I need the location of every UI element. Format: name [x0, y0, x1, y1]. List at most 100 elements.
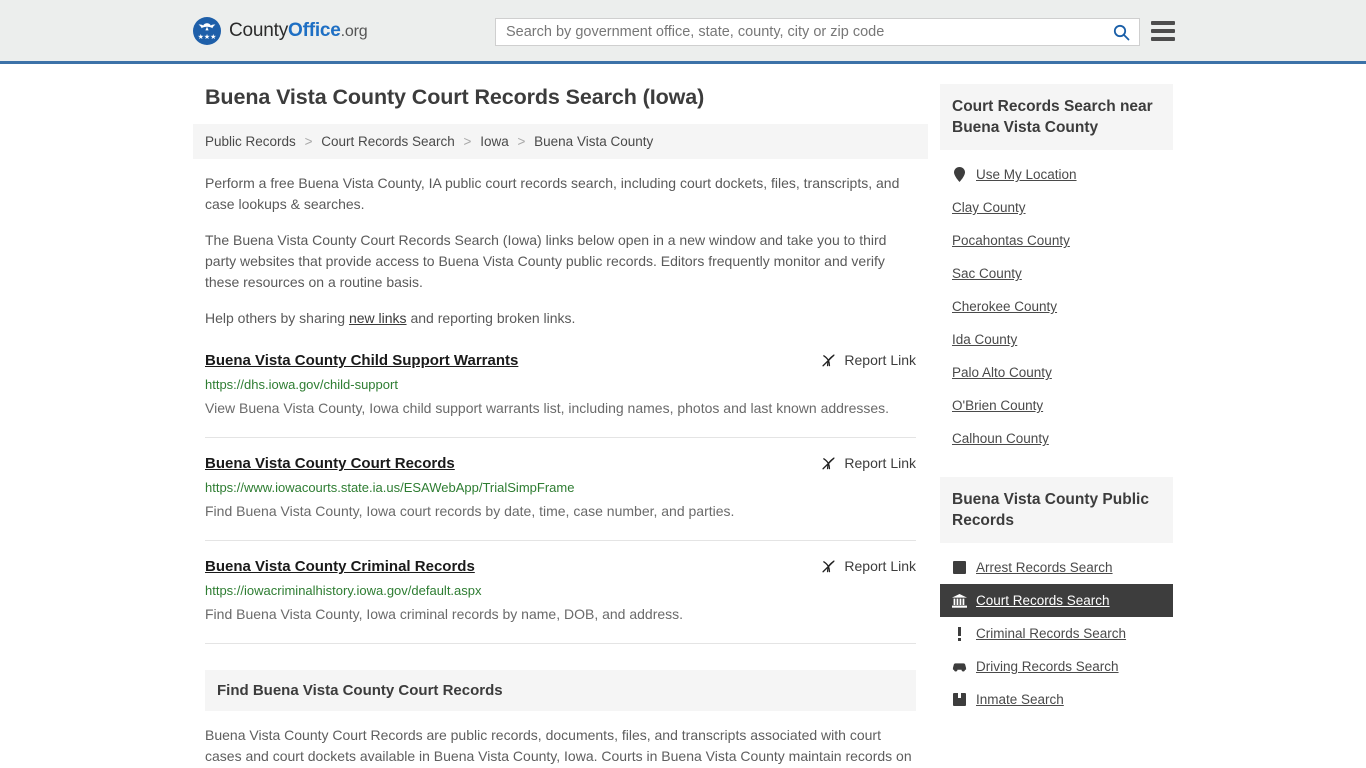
eagle-glyph-icon — [198, 22, 216, 30]
intro-paragraph-2: The Buena Vista County Court Records Sea… — [205, 232, 887, 290]
report-link-label: Report Link — [844, 558, 916, 574]
nearby-links: Use My Location Clay County Pocahontas C… — [940, 150, 1173, 455]
report-link-button[interactable]: Report Link — [821, 455, 916, 471]
county-link-label: Ida County — [952, 332, 1018, 347]
county-link-label: Calhoun County — [952, 431, 1049, 446]
hamburger-bar — [1151, 21, 1175, 25]
sidebar-item-clay-county[interactable]: Clay County — [940, 191, 1173, 224]
use-my-location-label: Use My Location — [976, 167, 1077, 182]
broken-link-icon — [822, 559, 835, 572]
logo-stars-icon: ★★★ — [197, 33, 217, 41]
hamburger-bar — [1151, 29, 1175, 33]
resource-link-description: Find Buena Vista County, Iowa criminal r… — [205, 606, 684, 622]
breadcrumb-separator: > — [463, 134, 472, 149]
report-link-button[interactable]: Report Link — [821, 558, 916, 574]
intro-text: Perform a free Buena Vista County, IA pu… — [193, 173, 928, 329]
list-item: Buena Vista County Criminal Records Repo… — [205, 557, 916, 644]
sidebar-item-cherokee-county[interactable]: Cherokee County — [940, 290, 1173, 323]
breadcrumb-separator: > — [517, 134, 526, 149]
resource-link-url: https://dhs.iowa.gov/child-support — [205, 377, 398, 392]
sidebar-item-arrest-records-search[interactable]: Arrest Records Search — [940, 551, 1173, 584]
exclamation-icon — [952, 626, 967, 641]
resource-link-url: https://www.iowacourts.state.ia.us/ESAWe… — [205, 480, 575, 495]
sidebar-item-driving-records-search[interactable]: Driving Records Search — [940, 650, 1173, 683]
link-row: Buena Vista County Child Support Warrant… — [205, 351, 916, 371]
content-container: Buena Vista County Court Records Search … — [193, 84, 1173, 768]
find-records-section: Find Buena Vista County Court Records Bu… — [205, 670, 916, 768]
sidebar-item-label: Criminal Records Search — [976, 626, 1127, 641]
intro-p3-before: Help others by sharing — [205, 310, 349, 326]
logo-wordmark: CountyOffice.org — [229, 19, 368, 42]
main-column: Buena Vista County Court Records Search … — [193, 84, 928, 768]
county-link-label: Palo Alto County — [952, 365, 1052, 380]
sidebar-item-label: Arrest Records Search — [976, 560, 1113, 575]
sidebar-item-label: Court Records Search — [976, 593, 1110, 608]
link-row: Buena Vista County Criminal Records Repo… — [205, 557, 916, 577]
county-link-label: O'Brien County — [952, 398, 1044, 413]
new-links-link[interactable]: new links — [349, 310, 407, 326]
public-records-heading: Buena Vista County Public Records — [940, 477, 1173, 543]
county-link-label: Cherokee County — [952, 299, 1058, 314]
hamburger-bar — [1151, 37, 1175, 41]
sidebar-item-pocahontas-county[interactable]: Pocahontas County — [940, 224, 1173, 257]
sidebar-item-label: Inmate Search — [976, 692, 1064, 707]
search-bar[interactable] — [495, 18, 1140, 46]
sidebar-item-ida-county[interactable]: Ida County — [940, 323, 1173, 356]
page-body: Buena Vista County Court Records Search … — [0, 64, 1366, 768]
sidebar-item-calhoun-county[interactable]: Calhoun County — [940, 422, 1173, 455]
sidebar-item-court-records-search[interactable]: Court Records Search — [940, 584, 1173, 617]
broken-link-icon — [822, 353, 835, 366]
resource-link-description: View Buena Vista County, Iowa child supp… — [205, 400, 890, 416]
resource-link-title[interactable]: Buena Vista County Child Support Warrant… — [205, 351, 518, 371]
sidebar-item-sac-county[interactable]: Sac County — [940, 257, 1173, 290]
logo-text-office: Office — [288, 19, 341, 41]
sidebar: Court Records Search near Buena Vista Co… — [940, 84, 1173, 738]
link-row: Buena Vista County Court Records Report … — [205, 454, 916, 474]
jail-icon — [952, 692, 967, 707]
county-office-logo-icon: ★★★ — [193, 16, 221, 45]
page-title: Buena Vista County Court Records Search … — [205, 85, 705, 109]
resource-link-title[interactable]: Buena Vista County Criminal Records — [205, 557, 475, 577]
intro-paragraph-1: Perform a free Buena Vista County, IA pu… — [205, 175, 900, 212]
list-item: Buena Vista County Court Records Report … — [205, 454, 916, 541]
site-logo[interactable]: ★★★ CountyOffice.org — [193, 16, 368, 45]
car-icon — [952, 659, 967, 674]
county-link-label: Clay County — [952, 200, 1026, 215]
sidebar-item-inmate-search[interactable]: Inmate Search — [940, 683, 1173, 716]
breadcrumb-item-iowa[interactable]: Iowa — [480, 134, 509, 149]
county-link-label: Sac County — [952, 266, 1022, 281]
breadcrumb: Public Records > Court Records Search > … — [193, 124, 928, 159]
breadcrumb-item-court-records-search[interactable]: Court Records Search — [321, 134, 455, 149]
list-item: Buena Vista County Child Support Warrant… — [205, 351, 916, 438]
search-input[interactable] — [496, 19, 1103, 45]
sidebar-item-obrien-county[interactable]: O'Brien County — [940, 389, 1173, 422]
sidebar-item-palo-alto-county[interactable]: Palo Alto County — [940, 356, 1173, 389]
hamburger-menu-icon[interactable] — [1151, 20, 1175, 42]
logo-text-org: .org — [340, 22, 368, 40]
site-header: ★★★ CountyOffice.org — [0, 0, 1366, 64]
resource-link-description: Find Buena Vista County, Iowa court reco… — [205, 503, 735, 519]
resource-link-url: https://iowacriminalhistory.iowa.gov/def… — [205, 583, 482, 598]
public-records-box: Buena Vista County Public Records Arrest… — [940, 477, 1173, 716]
intro-p3-after: and reporting broken links. — [406, 310, 576, 326]
fingerprint-icon — [952, 560, 967, 575]
sidebar-item-criminal-records-search[interactable]: Criminal Records Search — [940, 617, 1173, 650]
resource-link-title[interactable]: Buena Vista County Court Records — [205, 454, 455, 474]
report-link-button[interactable]: Report Link — [821, 352, 916, 368]
map-pin-icon — [952, 167, 967, 182]
breadcrumb-item-buena-vista-county: Buena Vista County — [534, 134, 654, 149]
nearby-heading: Court Records Search near Buena Vista Co… — [940, 84, 1173, 150]
intro-paragraph-3: Help others by sharing new links and rep… — [193, 308, 928, 329]
county-link-label: Pocahontas County — [952, 233, 1070, 248]
breadcrumb-separator: > — [304, 134, 313, 149]
search-button[interactable] — [1103, 19, 1139, 45]
breadcrumb-item-public-records[interactable]: Public Records — [205, 134, 296, 149]
section-heading: Find Buena Vista County Court Records — [205, 670, 916, 711]
public-records-links: Arrest Records Search Court Records Sear… — [940, 543, 1173, 716]
courthouse-icon — [952, 593, 967, 608]
logo-text-county: County — [229, 19, 289, 41]
broken-link-icon — [822, 456, 835, 469]
nearby-search-box: Court Records Search near Buena Vista Co… — [940, 84, 1173, 455]
sidebar-item-label: Driving Records Search — [976, 659, 1119, 674]
use-my-location-link[interactable]: Use My Location — [940, 158, 1173, 191]
